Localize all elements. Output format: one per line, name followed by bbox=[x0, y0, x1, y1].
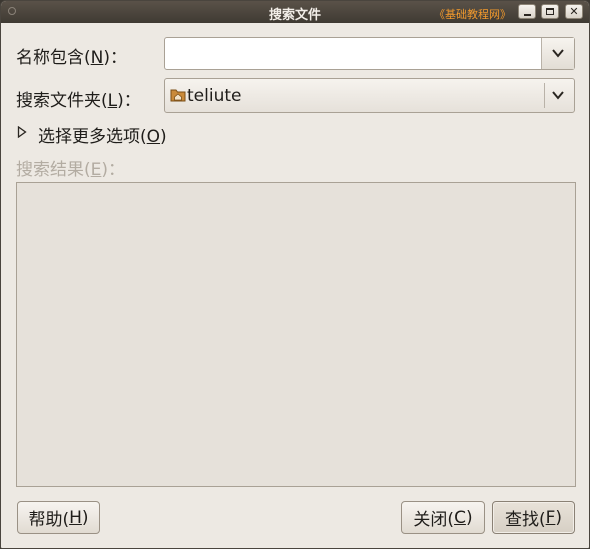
title-bar[interactable]: 搜索文件 《基础教程网》 ✕ bbox=[1, 1, 589, 23]
name-contains-input[interactable] bbox=[165, 38, 540, 69]
search-files-window: 搜索文件 《基础教程网》 ✕ 名称包含(N)： 搜索文件夹(L)： teliut… bbox=[0, 0, 590, 549]
find-button[interactable]: 查找(F) bbox=[492, 501, 575, 534]
help-button[interactable]: 帮助(H) bbox=[17, 501, 100, 534]
search-folder-label: 搜索文件夹(L)： bbox=[16, 91, 141, 111]
home-folder-icon bbox=[170, 89, 186, 102]
close-icon: ✕ bbox=[569, 5, 579, 18]
search-results-list[interactable] bbox=[16, 182, 576, 487]
chevron-down-icon bbox=[552, 49, 564, 58]
combo-separator bbox=[544, 83, 545, 108]
chevron-down-icon bbox=[552, 91, 564, 100]
watermark-text: 《基础教程网》 bbox=[434, 8, 511, 21]
name-contains-combo bbox=[164, 37, 575, 70]
name-history-dropdown-button[interactable] bbox=[541, 38, 574, 69]
search-folder-combo[interactable]: teliute bbox=[164, 78, 575, 113]
close-button[interactable]: 关闭(C) bbox=[401, 501, 485, 534]
close-window-button[interactable]: ✕ bbox=[565, 4, 583, 19]
minimize-button[interactable] bbox=[518, 4, 536, 19]
search-results-label: 搜索结果(E)： bbox=[16, 160, 126, 180]
maximize-button[interactable] bbox=[541, 4, 559, 19]
name-contains-label: 名称包含(N)： bbox=[16, 48, 127, 68]
more-options-label: 选择更多选项(O) bbox=[38, 127, 167, 147]
minimize-icon bbox=[524, 14, 531, 16]
triangle-right-icon bbox=[17, 126, 27, 138]
maximize-icon bbox=[546, 8, 554, 15]
search-folder-value: teliute bbox=[187, 86, 242, 106]
